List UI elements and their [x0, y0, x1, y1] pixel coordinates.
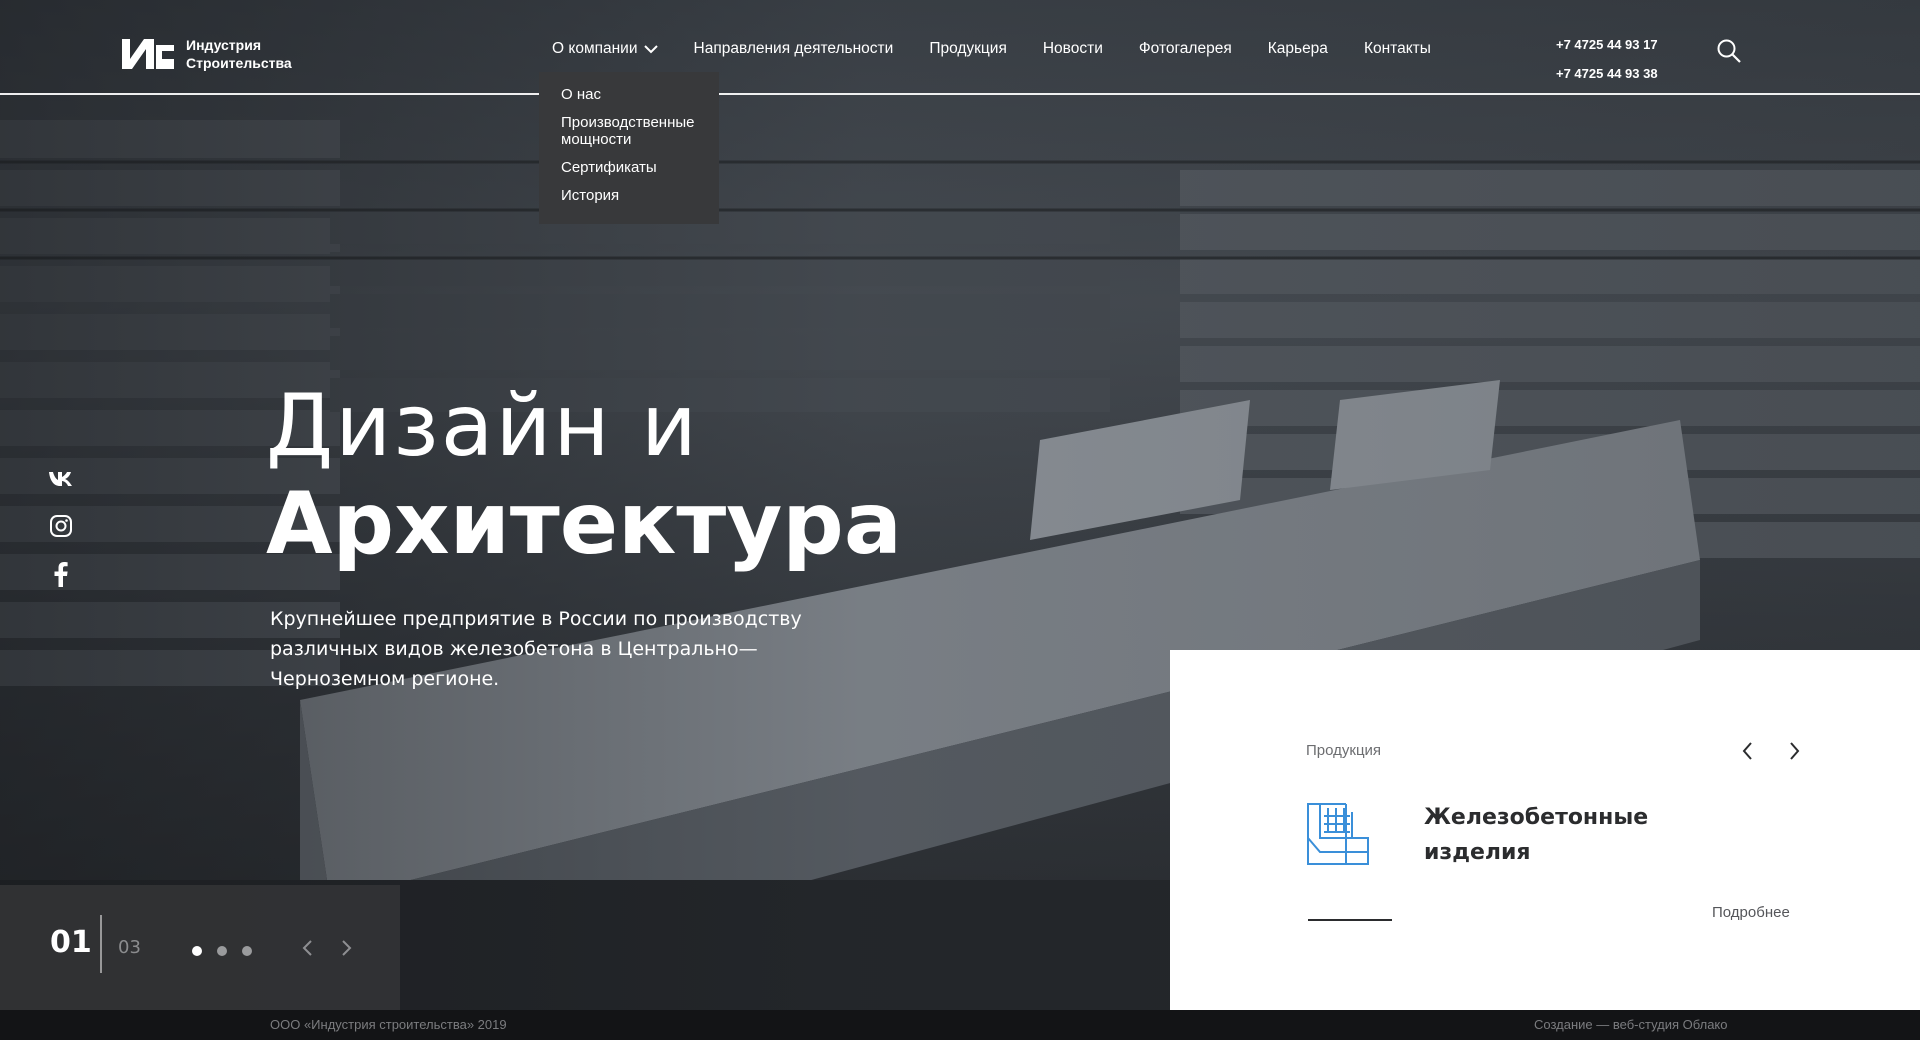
hero-title-line-1: Дизайн и	[266, 376, 699, 476]
nav-item-label: Фотогалерея	[1138, 40, 1232, 57]
main-nav: О компании Направления деятельности Прод…	[552, 40, 1467, 58]
slide-current-number: 01	[50, 925, 92, 960]
nav-item-gallery[interactable]: Фотогалерея	[1139, 40, 1232, 58]
nav-item-about[interactable]: О компании	[552, 40, 658, 58]
concrete-product-icon	[1307, 803, 1369, 865]
search-icon[interactable]	[1716, 38, 1742, 64]
card-more-link[interactable]: Подробнее	[1712, 904, 1790, 921]
dropdown-item-about-us[interactable]: О нас	[561, 86, 711, 103]
slide-total-number: 03	[118, 937, 141, 958]
nav-item-news[interactable]: Новости	[1043, 40, 1103, 58]
card-category: Продукция	[1306, 742, 1382, 759]
nav-item-label: Карьера	[1267, 40, 1328, 57]
card-prev-arrow-icon[interactable]	[1738, 740, 1758, 762]
nav-item-label: Новости	[1042, 40, 1103, 57]
nav-item-label: Направления деятельности	[693, 40, 894, 57]
nav-item-label: Контакты	[1363, 40, 1431, 57]
phone-list: +7 4725 44 93 17 +7 4725 44 93 38	[1556, 30, 1658, 88]
nav-item-products[interactable]: Продукция	[929, 40, 1007, 58]
nav-item-label: О компании	[552, 40, 638, 57]
nav-item-career[interactable]: Карьера	[1268, 40, 1328, 58]
card-next-arrow-icon[interactable]	[1784, 740, 1804, 762]
social-links	[48, 465, 78, 609]
nav-item-directions[interactable]: Направления деятельности	[694, 40, 894, 58]
hero-title-line-2: Архитектура	[266, 474, 902, 574]
facebook-icon[interactable]	[48, 561, 74, 587]
site-footer: ООО «Индустрия строительства» 2019 Созда…	[0, 1010, 1920, 1040]
slide-number-divider	[100, 915, 102, 973]
nav-item-contacts[interactable]: Контакты	[1364, 40, 1431, 58]
chevron-down-icon	[643, 45, 658, 54]
slider-dot-2[interactable]	[217, 946, 227, 956]
card-product-name[interactable]: Железобетонные изделия	[1424, 800, 1684, 870]
nav-item-label: Продукция	[929, 40, 1007, 57]
vk-icon[interactable]	[48, 465, 74, 491]
site-header: Индустрия Строительства О компании Напра…	[0, 0, 1920, 95]
logo-line-2: Строительства	[186, 55, 292, 71]
instagram-icon[interactable]	[48, 513, 74, 539]
logo[interactable]: Индустрия Строительства	[120, 36, 292, 72]
logo-text: Индустрия Строительства	[186, 36, 292, 72]
product-card: Продукция Железобетонные изделия Подробн…	[1170, 650, 1920, 1010]
logo-mark-icon	[122, 39, 174, 69]
dropdown-item-history[interactable]: История	[561, 187, 711, 204]
slider-dot-3[interactable]	[242, 946, 252, 956]
hero-description: Крупнейшее предприятие в России по произ…	[270, 608, 802, 690]
logo-line-1: Индустрия	[186, 37, 261, 53]
dropdown-item-certificates[interactable]: Сертификаты	[561, 159, 711, 176]
phone-number-2[interactable]: +7 4725 44 93 38	[1556, 59, 1658, 88]
card-underline-divider	[1308, 919, 1392, 921]
slider-prev-arrow-icon[interactable]	[300, 939, 316, 957]
footer-copyright: ООО «Индустрия строительства» 2019	[270, 1017, 507, 1032]
dropdown-item-capacities[interactable]: Производственные мощности	[561, 114, 711, 148]
hero-title: Дизайн и Архитектура	[266, 378, 902, 574]
slider-next-arrow-icon[interactable]	[338, 939, 354, 957]
slider-dot-1[interactable]	[192, 946, 202, 956]
phone-number-1[interactable]: +7 4725 44 93 17	[1556, 30, 1658, 59]
footer-studio-link[interactable]: Создание — веб-студия Облако	[1534, 1017, 1728, 1032]
about-dropdown-menu: О нас Производственные мощности Сертифик…	[539, 72, 719, 224]
slider-controls: 01 03	[0, 885, 400, 1010]
